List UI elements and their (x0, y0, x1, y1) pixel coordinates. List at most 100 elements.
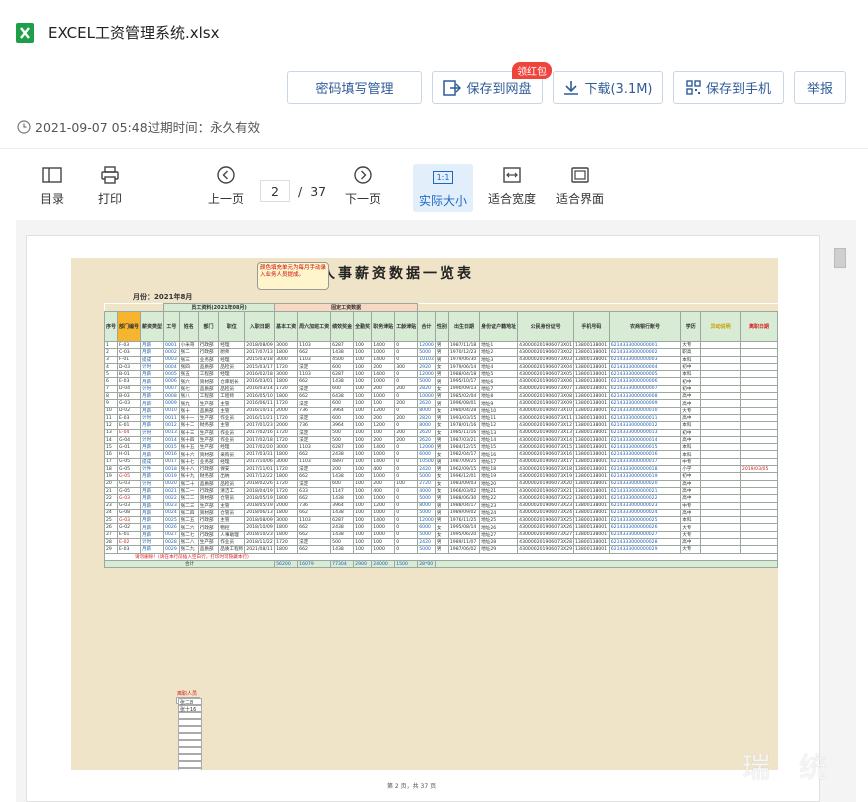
table-cell: 行政部 (197, 523, 220, 532)
table-cell: 3964 (330, 421, 355, 430)
viewer-scrollbar[interactable] (832, 246, 848, 802)
table-cell: 2420 (417, 537, 436, 547)
table-cell: 仓库组长 (218, 377, 246, 386)
column-header: 职务津贴 (371, 311, 396, 342)
table-cell: 16 (103, 450, 119, 459)
table-cell: 500 (330, 428, 355, 437)
current-page: 2 (271, 183, 279, 199)
table-row: 16 H-01 月薪 0016 张十六 资材部 采购员 2017/03/31 1800 662 24… (103, 450, 778, 459)
table-cell: 18 (103, 465, 119, 474)
table-cell: 张二三 (178, 501, 199, 510)
red-packet-badge[interactable]: 领红包 (512, 62, 552, 79)
table-cell: 0 (394, 421, 419, 430)
table-cell: 13800138001 (573, 392, 610, 401)
table-cell: 大专 (680, 523, 702, 532)
table-cell: 100 (353, 413, 373, 423)
clock-icon (17, 119, 31, 134)
prev-page-button[interactable]: 上一页 (196, 164, 256, 207)
table-cell: 4 (103, 362, 119, 372)
table-cell: 1400 (371, 355, 396, 364)
table-cell (739, 362, 778, 372)
table-cell: 662 (297, 472, 332, 481)
next-page-button[interactable]: 下一页 (333, 164, 393, 207)
table-cell: 月薪 (140, 472, 165, 481)
table-cell: 2018/05/19 (244, 494, 276, 503)
table-cell: 2000 (274, 501, 299, 510)
fit-width-button[interactable]: 适合宽度 (482, 164, 542, 207)
table-cell: 0029 (163, 545, 180, 554)
table-cell: 张二二 (178, 494, 199, 503)
table-cell: 600 (330, 413, 355, 423)
table-cell: 6214333000000005 (608, 370, 682, 379)
table-cell: G-03 (117, 501, 142, 510)
chevron-left-circle-icon (217, 166, 235, 184)
table-cell: 6214333000000010 (608, 406, 682, 415)
table-cell: G-05 (117, 457, 142, 467)
column-header: 农商银行账号 (608, 311, 682, 342)
table-cell: 430000201906073X05 (517, 370, 574, 379)
table-cell: F-03 (117, 340, 142, 350)
table-cell: 430000201906073X18 (517, 465, 574, 474)
toc-button[interactable]: 目录 (22, 164, 82, 207)
table-cell: 12000 (417, 370, 436, 379)
table-cell: 430000201906073X24 (517, 508, 574, 518)
save-to-cloud-button[interactable]: 保存到网盘 领红包 (432, 62, 552, 104)
table-row: 2 C-03 月薪 0002 张二 行政部 厨师 2017/07/13 1800 662 1438 1… (103, 348, 778, 357)
table-cell: 13800138001 (573, 516, 610, 525)
password-manage-label: 密码填写管理 (315, 82, 394, 97)
table-cell: 行政部 (197, 340, 220, 350)
table-cell: 0014 (163, 435, 180, 445)
save-to-phone-label: 保存到手机 (705, 82, 771, 97)
table-cell: 13800138001 (573, 508, 610, 518)
scrollbar-thumb[interactable] (834, 248, 846, 268)
table-row: 14 G-04 计时 0014 张十四 生产部 作业员 2017/02/18 1720 法定 500… (103, 435, 778, 445)
table-cell: 计时 (140, 362, 165, 372)
table-cell: 430000201906073X25 (517, 516, 574, 525)
actual-size-button[interactable]: 1:1 实际大小 (413, 164, 473, 212)
table-cell: 0 (394, 545, 419, 554)
table-cell: 经理 (218, 443, 246, 452)
table-cell (700, 384, 741, 394)
sum-cell: 77304 (330, 559, 355, 569)
table-cell: 100 (353, 399, 373, 408)
table-cell: 3000 (274, 457, 299, 467)
table-cell: 1000 (371, 530, 396, 540)
table-cell: 本科 (680, 370, 702, 379)
table-cell: 1966/03/02 (447, 486, 481, 496)
table-cell: 0 (394, 340, 419, 350)
table-cell: 经理 (218, 370, 246, 379)
table-cell (700, 362, 741, 372)
table-cell: 2016/11/21 (244, 413, 276, 423)
download-label: 下载(3.1M) (584, 82, 653, 97)
table-cell: 200 (394, 384, 419, 394)
password-manage-button[interactable]: 密码填写管理 (287, 71, 422, 104)
page-number-input[interactable]: 2 (260, 180, 290, 202)
table-cell (700, 370, 741, 379)
column-header: 部门编号 (117, 311, 142, 342)
table-cell: 12000 (417, 516, 436, 525)
table-cell: 张十七 (178, 457, 199, 467)
table-cell: 男 (434, 435, 449, 445)
table-cell: 2820 (417, 413, 436, 423)
table-cell: 0 (394, 450, 419, 459)
table-cell (700, 435, 741, 445)
table-cell: E-02 (117, 537, 142, 547)
table-cell: 行政部 (197, 530, 220, 540)
save-to-phone-button[interactable]: 保存到手机 (673, 71, 784, 104)
table-cell: 5000 (417, 494, 436, 503)
table-cell: 男 (434, 457, 449, 467)
table-row: 23 G-03 月薪 0023 张二三 生产部 主管 2018/05/19 2000 736 396… (103, 501, 778, 510)
fit-page-button[interactable]: 适合界面 (550, 164, 610, 207)
column-header: 工龄津贴 (394, 311, 419, 342)
report-button[interactable]: 举报 (794, 71, 846, 104)
table-row: 1 F-03 月薪 0001 小米哥 行政部 经理 2018/08/09 3000 1103 628… (103, 340, 778, 350)
table-cell: 13800138001 (573, 465, 610, 474)
table-cell: 1400 (371, 516, 396, 525)
table-cell: 工程部 (197, 392, 220, 401)
download-button[interactable]: 下载(3.1M) (553, 71, 663, 104)
table-cell: 男 (434, 494, 449, 503)
table-cell: 张二四 (178, 508, 199, 518)
table-cell: 张二 (178, 348, 199, 357)
print-button[interactable]: 打印 (80, 164, 140, 207)
header-divider (0, 148, 868, 149)
